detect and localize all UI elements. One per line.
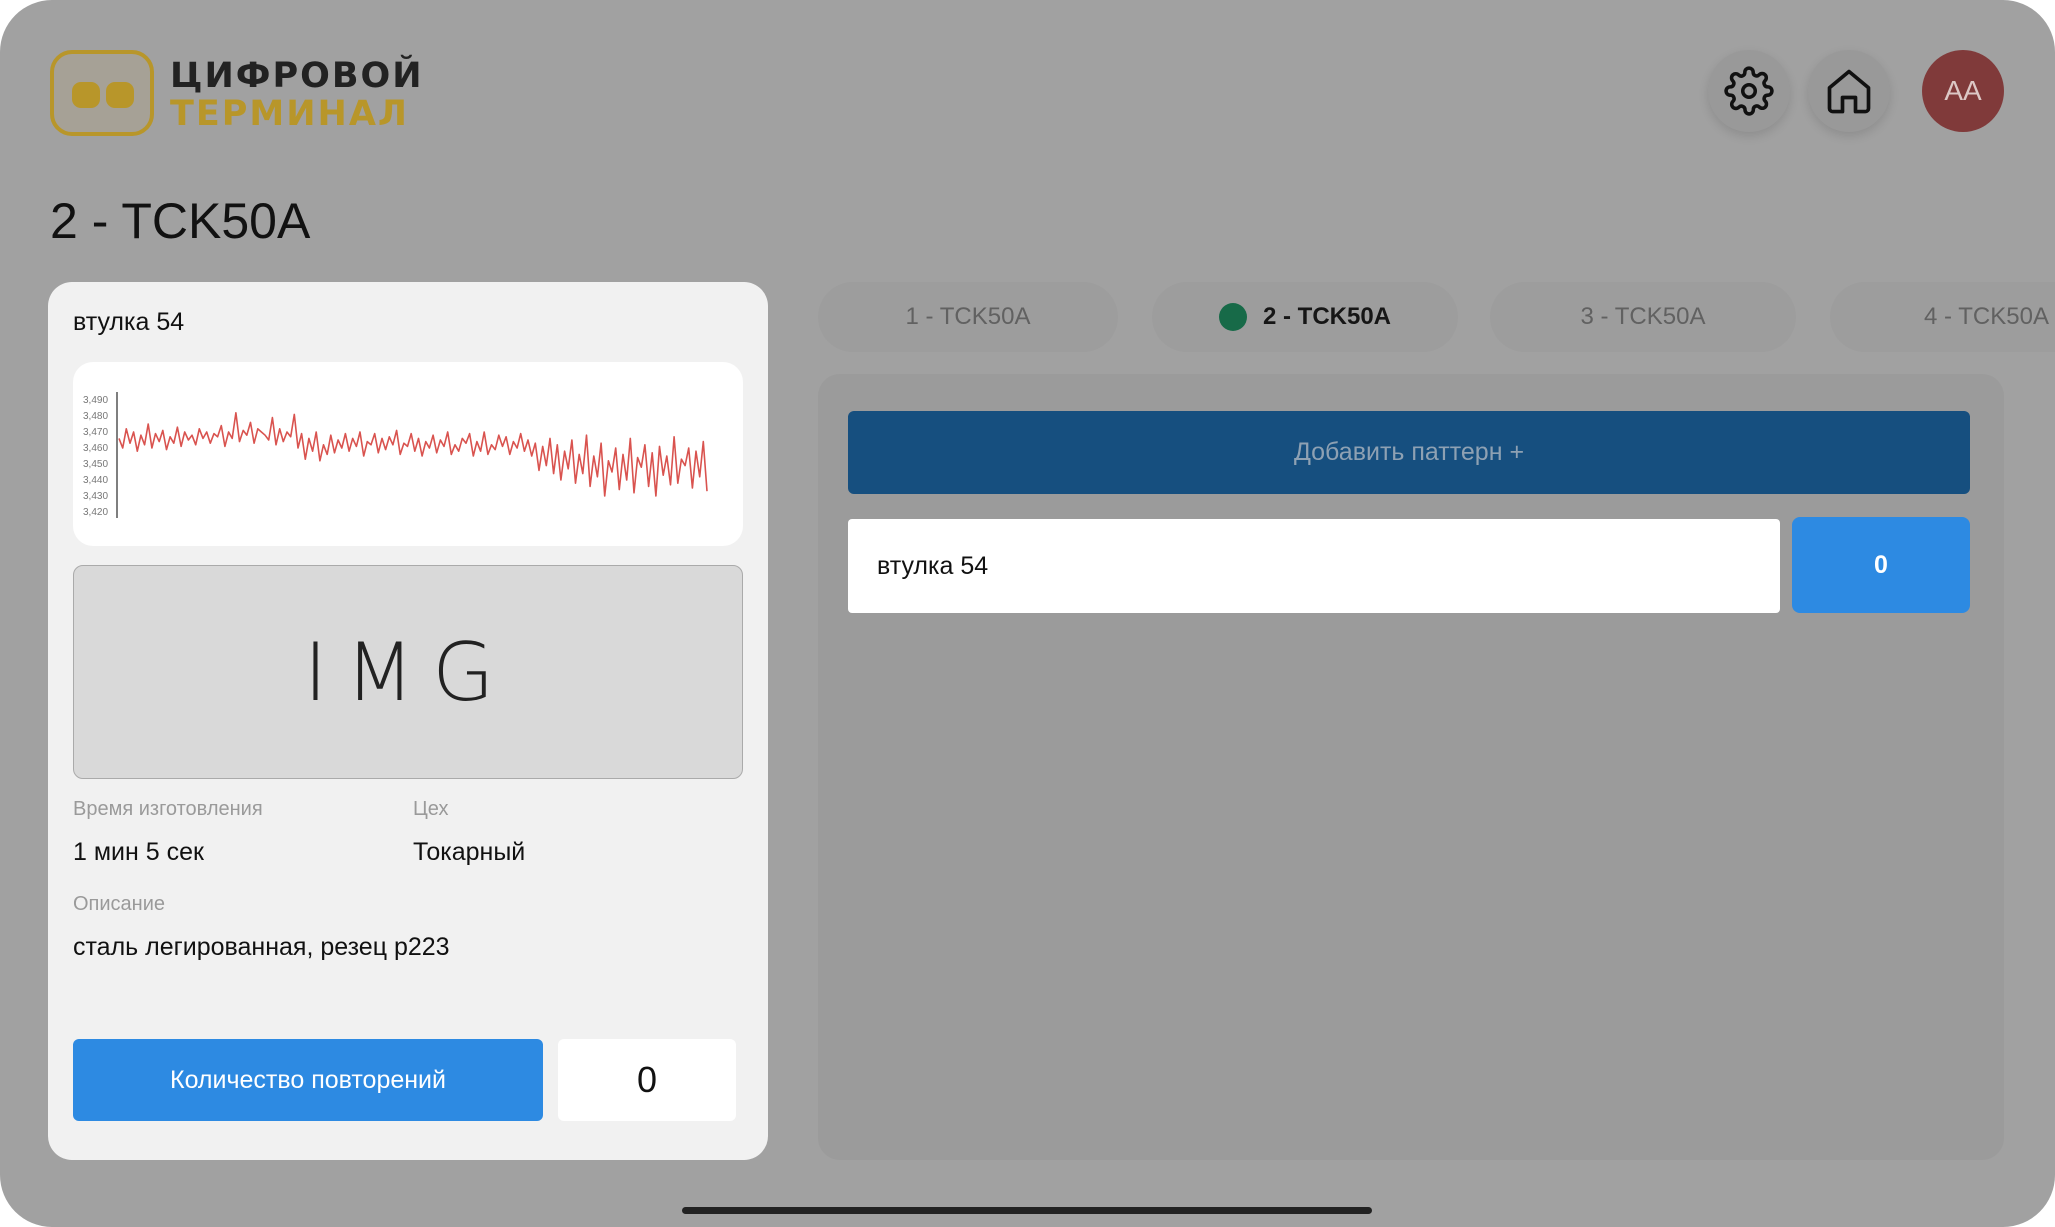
y-tick-label: 3,430 <box>83 491 108 502</box>
home-indicator <box>682 1207 1372 1214</box>
home-button[interactable] <box>1808 50 1890 132</box>
pattern-detail-card: втулка 54 3,490 3,480 3,470 3,460 3,450 3,440… <box>48 282 768 1160</box>
description-label: Описание <box>73 893 166 915</box>
y-tick-label: 3,440 <box>83 475 108 486</box>
y-tick-label: 3,460 <box>83 443 108 454</box>
y-tick-label: 3,490 <box>83 395 108 406</box>
tab-machine-1[interactable]: 1 - TCK50A <box>818 282 1118 352</box>
y-tick-label: 3,480 <box>83 411 108 422</box>
tab-label: 1 - TCK50A <box>905 303 1031 330</box>
logo-text-line2: ТЕРМИНАЛ <box>170 94 410 134</box>
user-avatar[interactable]: AA <box>1922 50 2004 132</box>
time-label: Время изготовления <box>73 798 263 820</box>
shop-value: Токарный <box>413 838 526 866</box>
home-icon <box>1827 69 1871 114</box>
tab-machine-2[interactable]: 2 - TCK50A <box>1152 282 1458 352</box>
logo-text-line1: ЦИФРОВОЙ <box>170 56 424 96</box>
shop-label: Цех <box>413 798 449 820</box>
app-logo: ЦИФРОВОЙ ТЕРМИНАЛ <box>50 50 422 142</box>
image-placeholder-text: IMG <box>303 625 513 719</box>
app-window: ЦИФРОВОЙ ТЕРМИНАЛ AA 2 - TCK50A втулка 5… <box>0 0 2055 1227</box>
time-value: 1 мин 5 сек <box>73 838 204 866</box>
repeat-count-field[interactable]: 0 <box>558 1039 736 1121</box>
description-value: сталь легированная, резец р223 <box>73 933 450 961</box>
pattern-item-name[interactable]: втулка 54 <box>848 519 1780 613</box>
chart-svg: 3,490 3,480 3,470 3,460 3,450 3,440 3,430 3,420 <box>83 392 708 518</box>
status-dot-icon <box>1218 303 1247 331</box>
tab-label: 3 - TCK50A <box>1580 303 1706 330</box>
logo-badge-icon <box>50 50 154 136</box>
tab-label: 4 - TCK50A <box>1924 303 2049 330</box>
series-line <box>118 411 708 497</box>
y-tick-label: 3,450 <box>83 459 108 470</box>
page-title: 2 - TCK50A <box>50 193 311 249</box>
pattern-item-count[interactable]: 0 <box>1792 517 1970 613</box>
tab-label: 2 - TCK50A <box>1262 303 1392 330</box>
repeat-count-button[interactable]: Количество повторений <box>73 1039 543 1121</box>
tab-machine-3[interactable]: 3 - TCK50A <box>1490 282 1796 352</box>
patterns-panel: Добавить паттерн + втулка 54 0 <box>818 374 2004 1160</box>
card-title: втулка 54 <box>73 308 185 336</box>
gear-icon <box>1724 66 1774 116</box>
tab-machine-4[interactable]: 4 - TCK50A <box>1830 282 2055 352</box>
settings-button[interactable] <box>1708 50 1790 132</box>
measurement-chart: 3,490 3,480 3,470 3,460 3,450 3,440 3,430 3,420 <box>73 362 743 546</box>
part-image-placeholder: IMG <box>73 565 743 779</box>
add-pattern-button[interactable]: Добавить паттерн + <box>848 411 1970 494</box>
y-tick-label: 3,470 <box>83 427 108 438</box>
y-tick-label: 3,420 <box>83 507 108 518</box>
